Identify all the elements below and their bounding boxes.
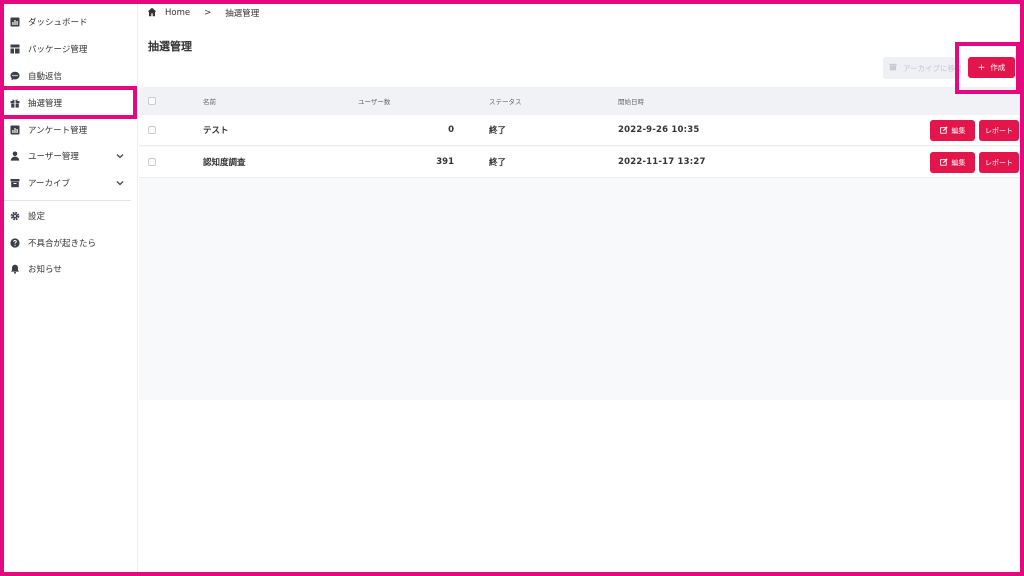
row-users: 391 (436, 157, 454, 167)
header-name[interactable]: 名前 (203, 87, 216, 115)
row-checkbox[interactable] (148, 158, 156, 166)
archive-button[interactable]: アーカイブに移動 (883, 57, 961, 79)
breadcrumb: Home > 抽選管理 (147, 6, 259, 20)
highlight-lottery (0, 86, 137, 119)
chevron-down-icon[interactable] (116, 152, 124, 160)
help-icon (10, 238, 20, 248)
breadcrumb-current: 抽選管理 (225, 9, 260, 19)
sidebar-item-help[interactable]: 不具合が起きたら (4, 230, 138, 256)
bell-icon (10, 264, 20, 274)
layout-icon (10, 44, 20, 54)
row-name: テスト (203, 126, 229, 136)
home-icon[interactable] (147, 7, 157, 20)
breadcrumb-home-link[interactable]: Home (165, 8, 190, 18)
row-start: 2022-11-17 13:27 (618, 157, 706, 167)
row-select-cell (139, 147, 159, 177)
archive-button-label: アーカイブに移動 (903, 63, 961, 73)
sidebar-item-users[interactable]: ユーザー管理 (4, 143, 138, 169)
chat-icon (10, 71, 20, 81)
lottery-table: 名前 ユーザー数 ステータス 開始日時 テスト 0 終了 2022-9-26 1… (139, 87, 1020, 400)
header-users[interactable]: ユーザー数 (358, 87, 390, 115)
sidebar-item-settings[interactable]: 設定 (4, 203, 138, 229)
header-status[interactable]: ステータス (489, 87, 522, 115)
select-all-checkbox[interactable] (148, 97, 156, 105)
table-header: 名前 ユーザー数 ステータス 開始日時 (139, 87, 1020, 115)
edit-icon (939, 125, 948, 136)
sidebar-divider (4, 200, 131, 201)
row-checkbox[interactable] (148, 126, 156, 134)
sidebar-item-news[interactable]: お知らせ (4, 256, 138, 282)
chart-icon (10, 17, 20, 27)
highlight-create (955, 42, 1020, 94)
edit-button-label: 編集 (951, 126, 966, 135)
chevron-down-icon[interactable] (116, 179, 124, 187)
report-button[interactable]: レポート (979, 152, 1019, 173)
row-status: 終了 (489, 126, 507, 136)
header-start[interactable]: 開始日時 (618, 87, 644, 115)
edit-button-label: 編集 (951, 158, 966, 167)
edit-icon (939, 157, 948, 168)
row-select-cell (139, 115, 159, 145)
table-row[interactable]: 認知度調査 391 終了 2022-11-17 13:27 編集 レポート (139, 147, 1020, 178)
archive-icon (10, 178, 20, 188)
person-icon (10, 151, 20, 161)
sidebar-item-archive[interactable]: アーカイブ (4, 170, 138, 196)
sidebar-item-dashboard[interactable]: ダッシュボード (4, 9, 138, 35)
edit-button[interactable]: 編集 (930, 152, 975, 173)
row-name: 認知度調査 (203, 158, 246, 168)
row-status: 終了 (489, 158, 507, 168)
main-content: Home > 抽選管理 抽選管理 アーカイブに移動 + 作成 名前 ユーザー数 … (139, 4, 1020, 572)
sidebar-item-packages[interactable]: パッケージ管理 (4, 36, 138, 62)
select-all-cell (139, 87, 159, 115)
row-start: 2022-9-26 10:35 (618, 125, 700, 135)
archive-icon (889, 63, 897, 73)
breadcrumb-separator: > (204, 8, 212, 18)
chart-icon (10, 125, 20, 135)
row-users: 0 (448, 125, 454, 135)
page-title: 抽選管理 (148, 40, 192, 53)
edit-button[interactable]: 編集 (930, 120, 975, 141)
gear-icon (10, 211, 20, 221)
sidebar-item-survey[interactable]: アンケート管理 (4, 117, 138, 143)
report-button[interactable]: レポート (979, 120, 1019, 141)
table-row[interactable]: テスト 0 終了 2022-9-26 10:35 編集 レポート (139, 115, 1020, 146)
